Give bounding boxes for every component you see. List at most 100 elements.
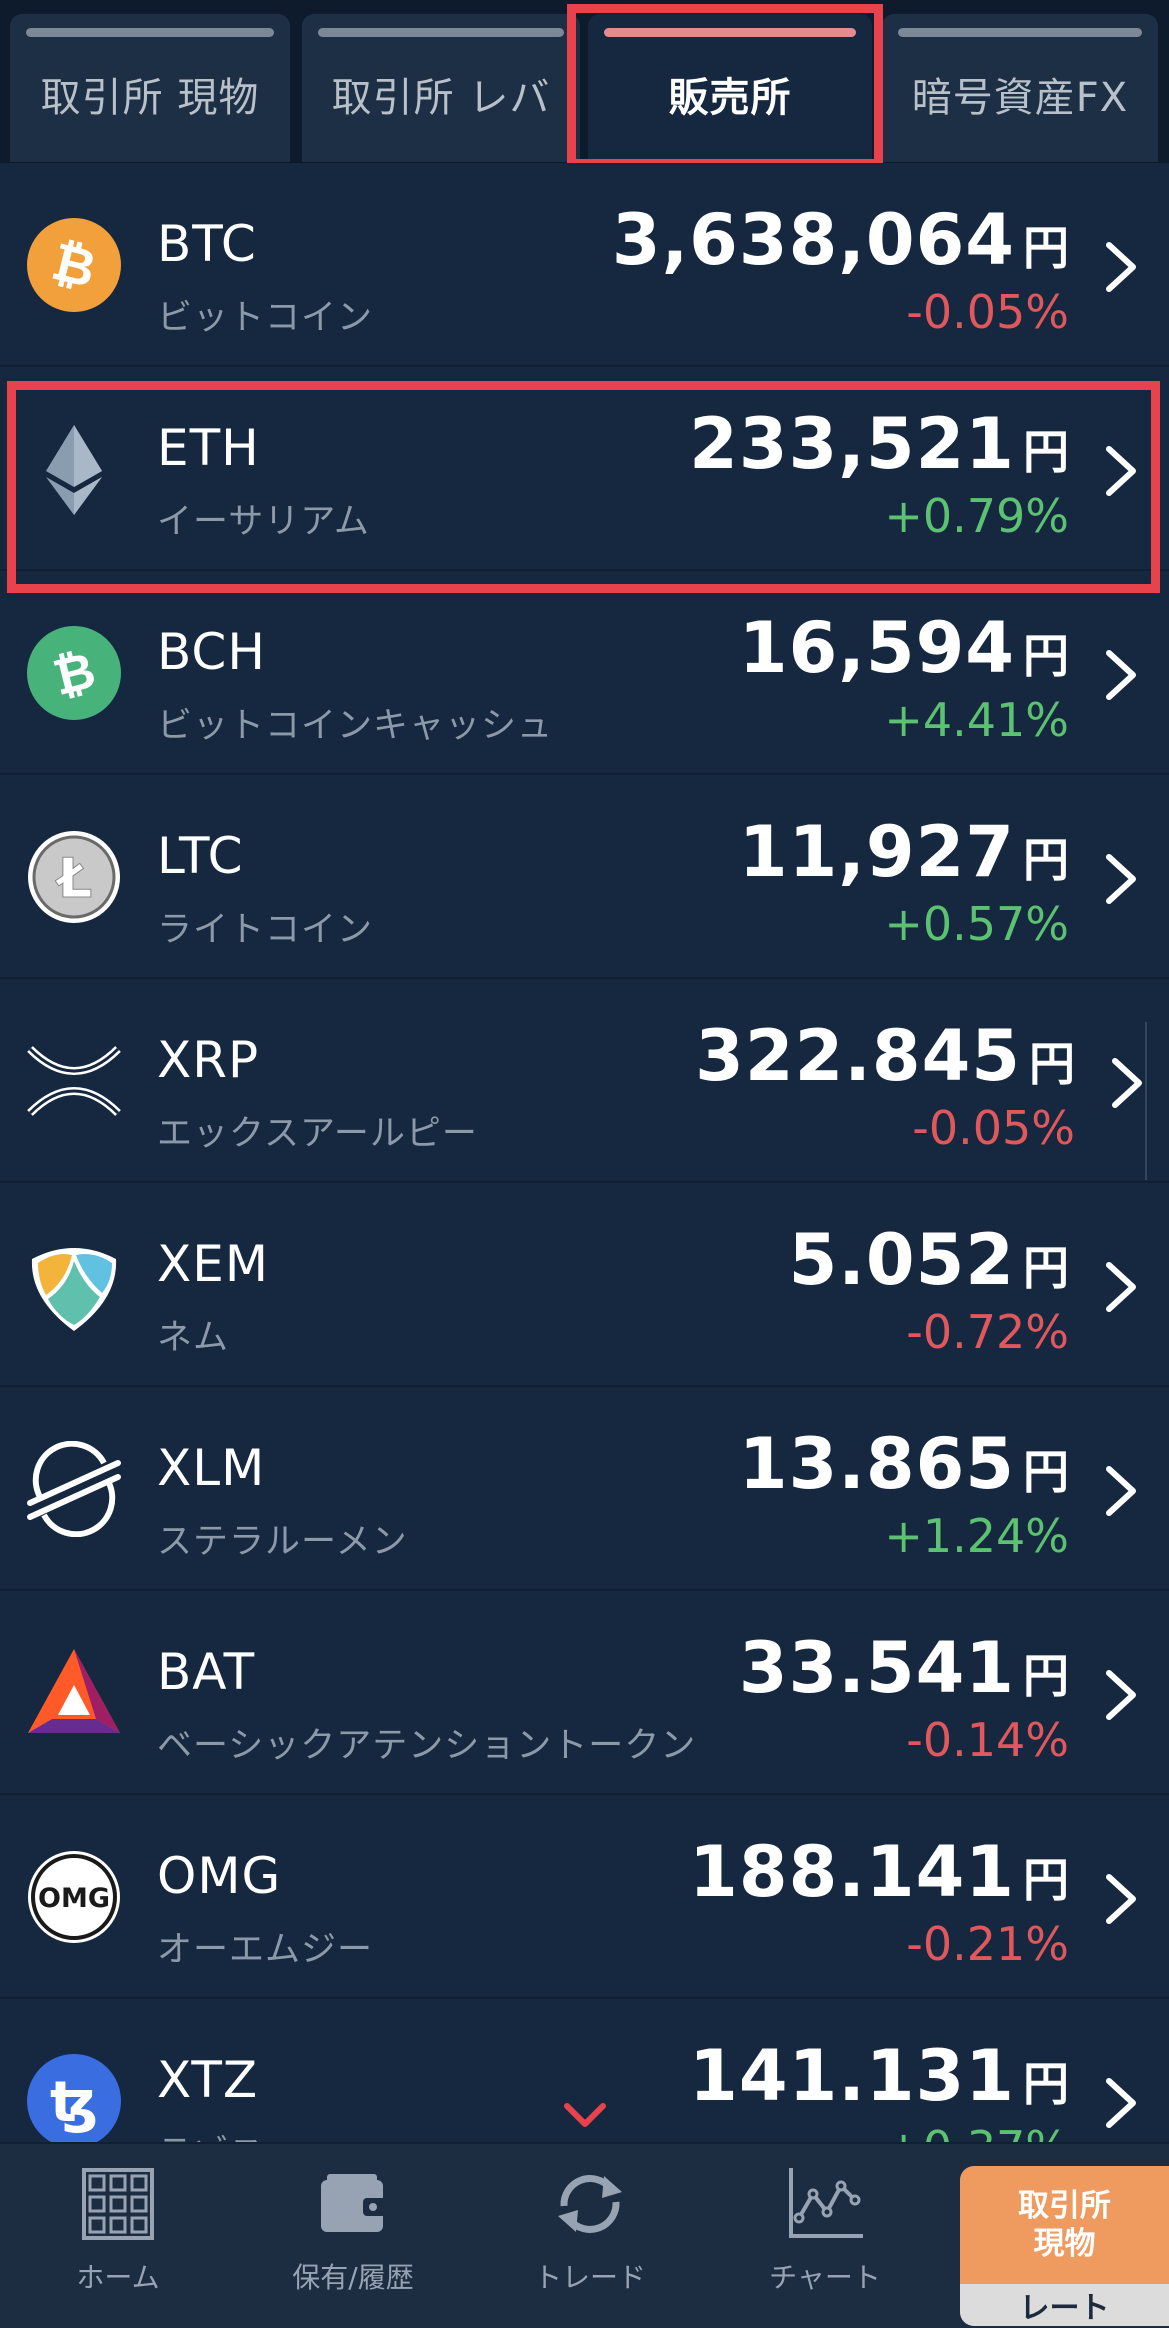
- tab-label: 取引所 現物: [40, 75, 260, 121]
- chevron-right-icon: [1106, 1874, 1136, 1924]
- scroll-down-arrow-icon[interactable]: [563, 2102, 607, 2130]
- coin-name: ベーシックアテンショントークン: [157, 1726, 697, 1766]
- chevron-right-icon: [1106, 1466, 1136, 1516]
- currency-unit: 円: [1023, 833, 1069, 887]
- nav-label: チャート: [769, 2261, 881, 2294]
- tab-exchange-leverage[interactable]: 取引所 レバ: [302, 14, 580, 162]
- coin-name: ビットコイン: [157, 298, 374, 338]
- currency-unit: 円: [1023, 1853, 1069, 1907]
- app-root: 取引所 現物 取引所 レバ 販売所 暗号資産FX ₿ BTC ビットコイン 3,…: [0, 0, 1169, 2328]
- currency-unit: 円: [1023, 2057, 1069, 2111]
- tab-indicator: [26, 28, 274, 37]
- coin-symbol: ETH: [157, 419, 260, 477]
- coin-price: 11,927: [738, 811, 1015, 893]
- tab-indicator: [318, 28, 564, 37]
- rate-button-title: 取引所 現物: [960, 2166, 1169, 2284]
- market-tab-bar: 取引所 現物 取引所 レバ 販売所 暗号資産FX: [0, 0, 1169, 168]
- nav-label: ホーム: [76, 2261, 160, 2294]
- coin-price: 141.131: [689, 2035, 1015, 2117]
- coin-change: -0.21%: [906, 1917, 1069, 1971]
- coin-price: 188.141: [689, 1831, 1015, 1913]
- ethereum-icon: [46, 425, 102, 515]
- rate-button-label: レート: [960, 2284, 1169, 2326]
- coin-change: +0.79%: [884, 489, 1069, 543]
- scroll-indicator: [1145, 1022, 1147, 1180]
- coin-price-group: 16,594 円: [739, 607, 1069, 689]
- exchange-icon: [558, 2175, 622, 2233]
- coin-symbol: XRP: [157, 1031, 260, 1089]
- coin-price-group: 13.865 円: [739, 1423, 1069, 1505]
- tab-label: 販売所: [668, 75, 792, 121]
- coin-symbol: BAT: [157, 1643, 256, 1701]
- coin-row-xrp[interactable]: XRP エックスアールピー 322.845 円 -0.05%: [0, 979, 1169, 1183]
- chevron-right-icon: [1106, 446, 1136, 496]
- coin-list: ₿ BTC ビットコイン 3,638,064 円 -0.05% ETH イーサリ…: [0, 163, 1169, 2203]
- coin-price: 33.541: [738, 1627, 1015, 1709]
- rate-button-line2: 現物: [1033, 2226, 1096, 2262]
- wallet-icon: [321, 2174, 387, 2232]
- coin-price-group: 322.845 円: [695, 1015, 1075, 1097]
- coin-row-bch[interactable]: ₿ BCH ビットコインキャッシュ 16,594 円 +4.41%: [0, 571, 1169, 775]
- coin-price: 13.865: [738, 1423, 1015, 1505]
- coin-price-group: 188.141 円: [689, 1831, 1069, 1913]
- nav-holdings-history[interactable]: 保有/履歴: [253, 2166, 453, 2316]
- nav-label: トレード: [533, 2261, 646, 2294]
- bitcoin-cash-icon: ₿: [27, 626, 121, 720]
- coin-row-xem[interactable]: XEM ネム 5.052 円 -0.72%: [0, 1183, 1169, 1387]
- coin-row-btc[interactable]: ₿ BTC ビットコイン 3,638,064 円 -0.05%: [0, 163, 1169, 367]
- coin-row-omg[interactable]: OMG OMG オーエムジー 188.141 円 -0.21%: [0, 1795, 1169, 1999]
- coin-symbol: OMG: [157, 1847, 282, 1905]
- litecoin-icon: Ł: [28, 831, 120, 923]
- coin-change: +4.41%: [884, 693, 1069, 747]
- coin-name: ビットコインキャッシュ: [157, 706, 554, 746]
- rate-button[interactable]: 取引所 現物 レート: [960, 2166, 1169, 2326]
- rate-button-line1: 取引所: [1018, 2188, 1111, 2224]
- coin-symbol: BTC: [157, 215, 257, 273]
- chevron-right-icon: [1106, 650, 1136, 700]
- coin-price: 5.052: [788, 1219, 1015, 1301]
- chevron-right-icon: [1106, 2078, 1136, 2128]
- coin-change: -0.14%: [906, 1713, 1069, 1767]
- coin-price-group: 5.052 円: [789, 1219, 1069, 1301]
- coin-row-xlm[interactable]: XLM ステラルーメン 13.865 円 +1.24%: [0, 1387, 1169, 1591]
- currency-unit: 円: [1023, 1649, 1069, 1703]
- chevron-right-icon: [1106, 854, 1136, 904]
- coin-symbol: XLM: [157, 1439, 266, 1497]
- bitcoin-icon: ₿: [27, 218, 121, 312]
- nav-home[interactable]: ホーム: [18, 2166, 218, 2316]
- coin-symbol: BCH: [157, 623, 266, 681]
- chevron-right-icon: [1106, 242, 1136, 292]
- tab-indicator: [604, 28, 856, 37]
- coin-name: イーサリアム: [157, 502, 370, 542]
- coin-symbol: XTZ: [157, 2051, 259, 2109]
- tab-sales-office[interactable]: 販売所: [588, 14, 872, 162]
- coin-change: -0.05%: [906, 285, 1069, 339]
- coin-price-group: 11,927 円: [739, 811, 1069, 893]
- coin-row-bat[interactable]: BAT ベーシックアテンショントークン 33.541 円 -0.14%: [0, 1591, 1169, 1795]
- coin-price: 16,594: [738, 607, 1015, 689]
- svg-text:ꜩ: ꜩ: [50, 2070, 98, 2135]
- tab-crypto-fx[interactable]: 暗号資産FX: [882, 14, 1158, 162]
- tab-exchange-spot[interactable]: 取引所 現物: [10, 14, 290, 162]
- coin-price-group: 233,521 円: [689, 403, 1069, 485]
- coin-price-group: 3,638,064 円: [612, 199, 1069, 281]
- nav-chart[interactable]: チャート: [725, 2166, 925, 2316]
- coin-change: +1.24%: [884, 1509, 1069, 1563]
- stellar-icon: [27, 1441, 121, 1537]
- coin-row-eth[interactable]: ETH イーサリアム 233,521 円 +0.79%: [0, 367, 1169, 571]
- currency-unit: 円: [1029, 1037, 1075, 1091]
- coin-price: 322.845: [695, 1015, 1021, 1097]
- currency-unit: 円: [1023, 1445, 1069, 1499]
- coin-name: ライトコイン: [157, 910, 374, 950]
- coin-name: オーエムジー: [157, 1930, 374, 1970]
- coin-price-group: 141.131 円: [689, 2035, 1069, 2117]
- coin-symbol: LTC: [157, 827, 244, 885]
- currency-unit: 円: [1023, 425, 1069, 479]
- coin-symbol: XEM: [157, 1235, 269, 1293]
- currency-unit: 円: [1023, 1241, 1069, 1295]
- tab-label: 取引所 レバ: [331, 75, 551, 121]
- nav-trade[interactable]: トレード: [490, 2166, 690, 2316]
- xrp-icon: [27, 1046, 121, 1116]
- coin-price: 3,638,064: [611, 199, 1015, 281]
- coin-row-ltc[interactable]: Ł LTC ライトコイン 11,927 円 +0.57%: [0, 775, 1169, 979]
